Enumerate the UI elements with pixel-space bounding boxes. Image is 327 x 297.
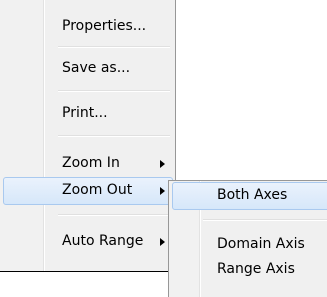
menu-item-zoom-in[interactable]: Zoom In: [3, 150, 173, 178]
submenu-item-both-axes[interactable]: Both Axes: [172, 182, 327, 210]
menu-item-label: Print...: [62, 105, 108, 121]
menu-item-label: Zoom Out: [62, 182, 133, 198]
submenu-item-label: Both Axes: [217, 187, 288, 203]
submenu-item-range-axis[interactable]: Range Axis: [172, 256, 327, 284]
submenu-arrow-icon: [160, 187, 165, 195]
submenu-arrow-icon: [160, 160, 165, 168]
submenu-arrow-icon: [160, 238, 165, 246]
menu-item-print[interactable]: Print...: [3, 100, 173, 128]
menu-item-zoom-out[interactable]: Zoom Out: [3, 177, 173, 205]
menu-item-properties[interactable]: Properties...: [3, 13, 173, 41]
window-edge-line: [0, 271, 168, 272]
menu-separator: [58, 135, 170, 137]
menu-item-save-as[interactable]: Save as...: [3, 55, 173, 83]
context-menu: Properties... Save as... Print... Zoom I…: [0, 0, 176, 272]
submenu-item-domain-axis[interactable]: Domain Axis: [172, 231, 327, 259]
menu-item-auto-range[interactable]: Auto Range: [3, 228, 173, 256]
menu-separator: [58, 214, 170, 216]
submenu-item-label: Range Axis: [217, 261, 295, 277]
zoom-out-submenu: Both Axes Domain Axis Range Axis: [168, 180, 327, 297]
menu-separator: [58, 90, 170, 92]
submenu-separator: [203, 219, 327, 221]
menu-item-label: Save as...: [62, 60, 131, 76]
screen: Properties... Save as... Print... Zoom I…: [0, 0, 327, 297]
menu-separator: [58, 46, 170, 48]
menu-item-label: Zoom In: [62, 155, 120, 171]
menu-item-label: Auto Range: [62, 233, 144, 249]
submenu-item-label: Domain Axis: [217, 236, 305, 252]
menu-item-label: Properties...: [62, 18, 147, 34]
